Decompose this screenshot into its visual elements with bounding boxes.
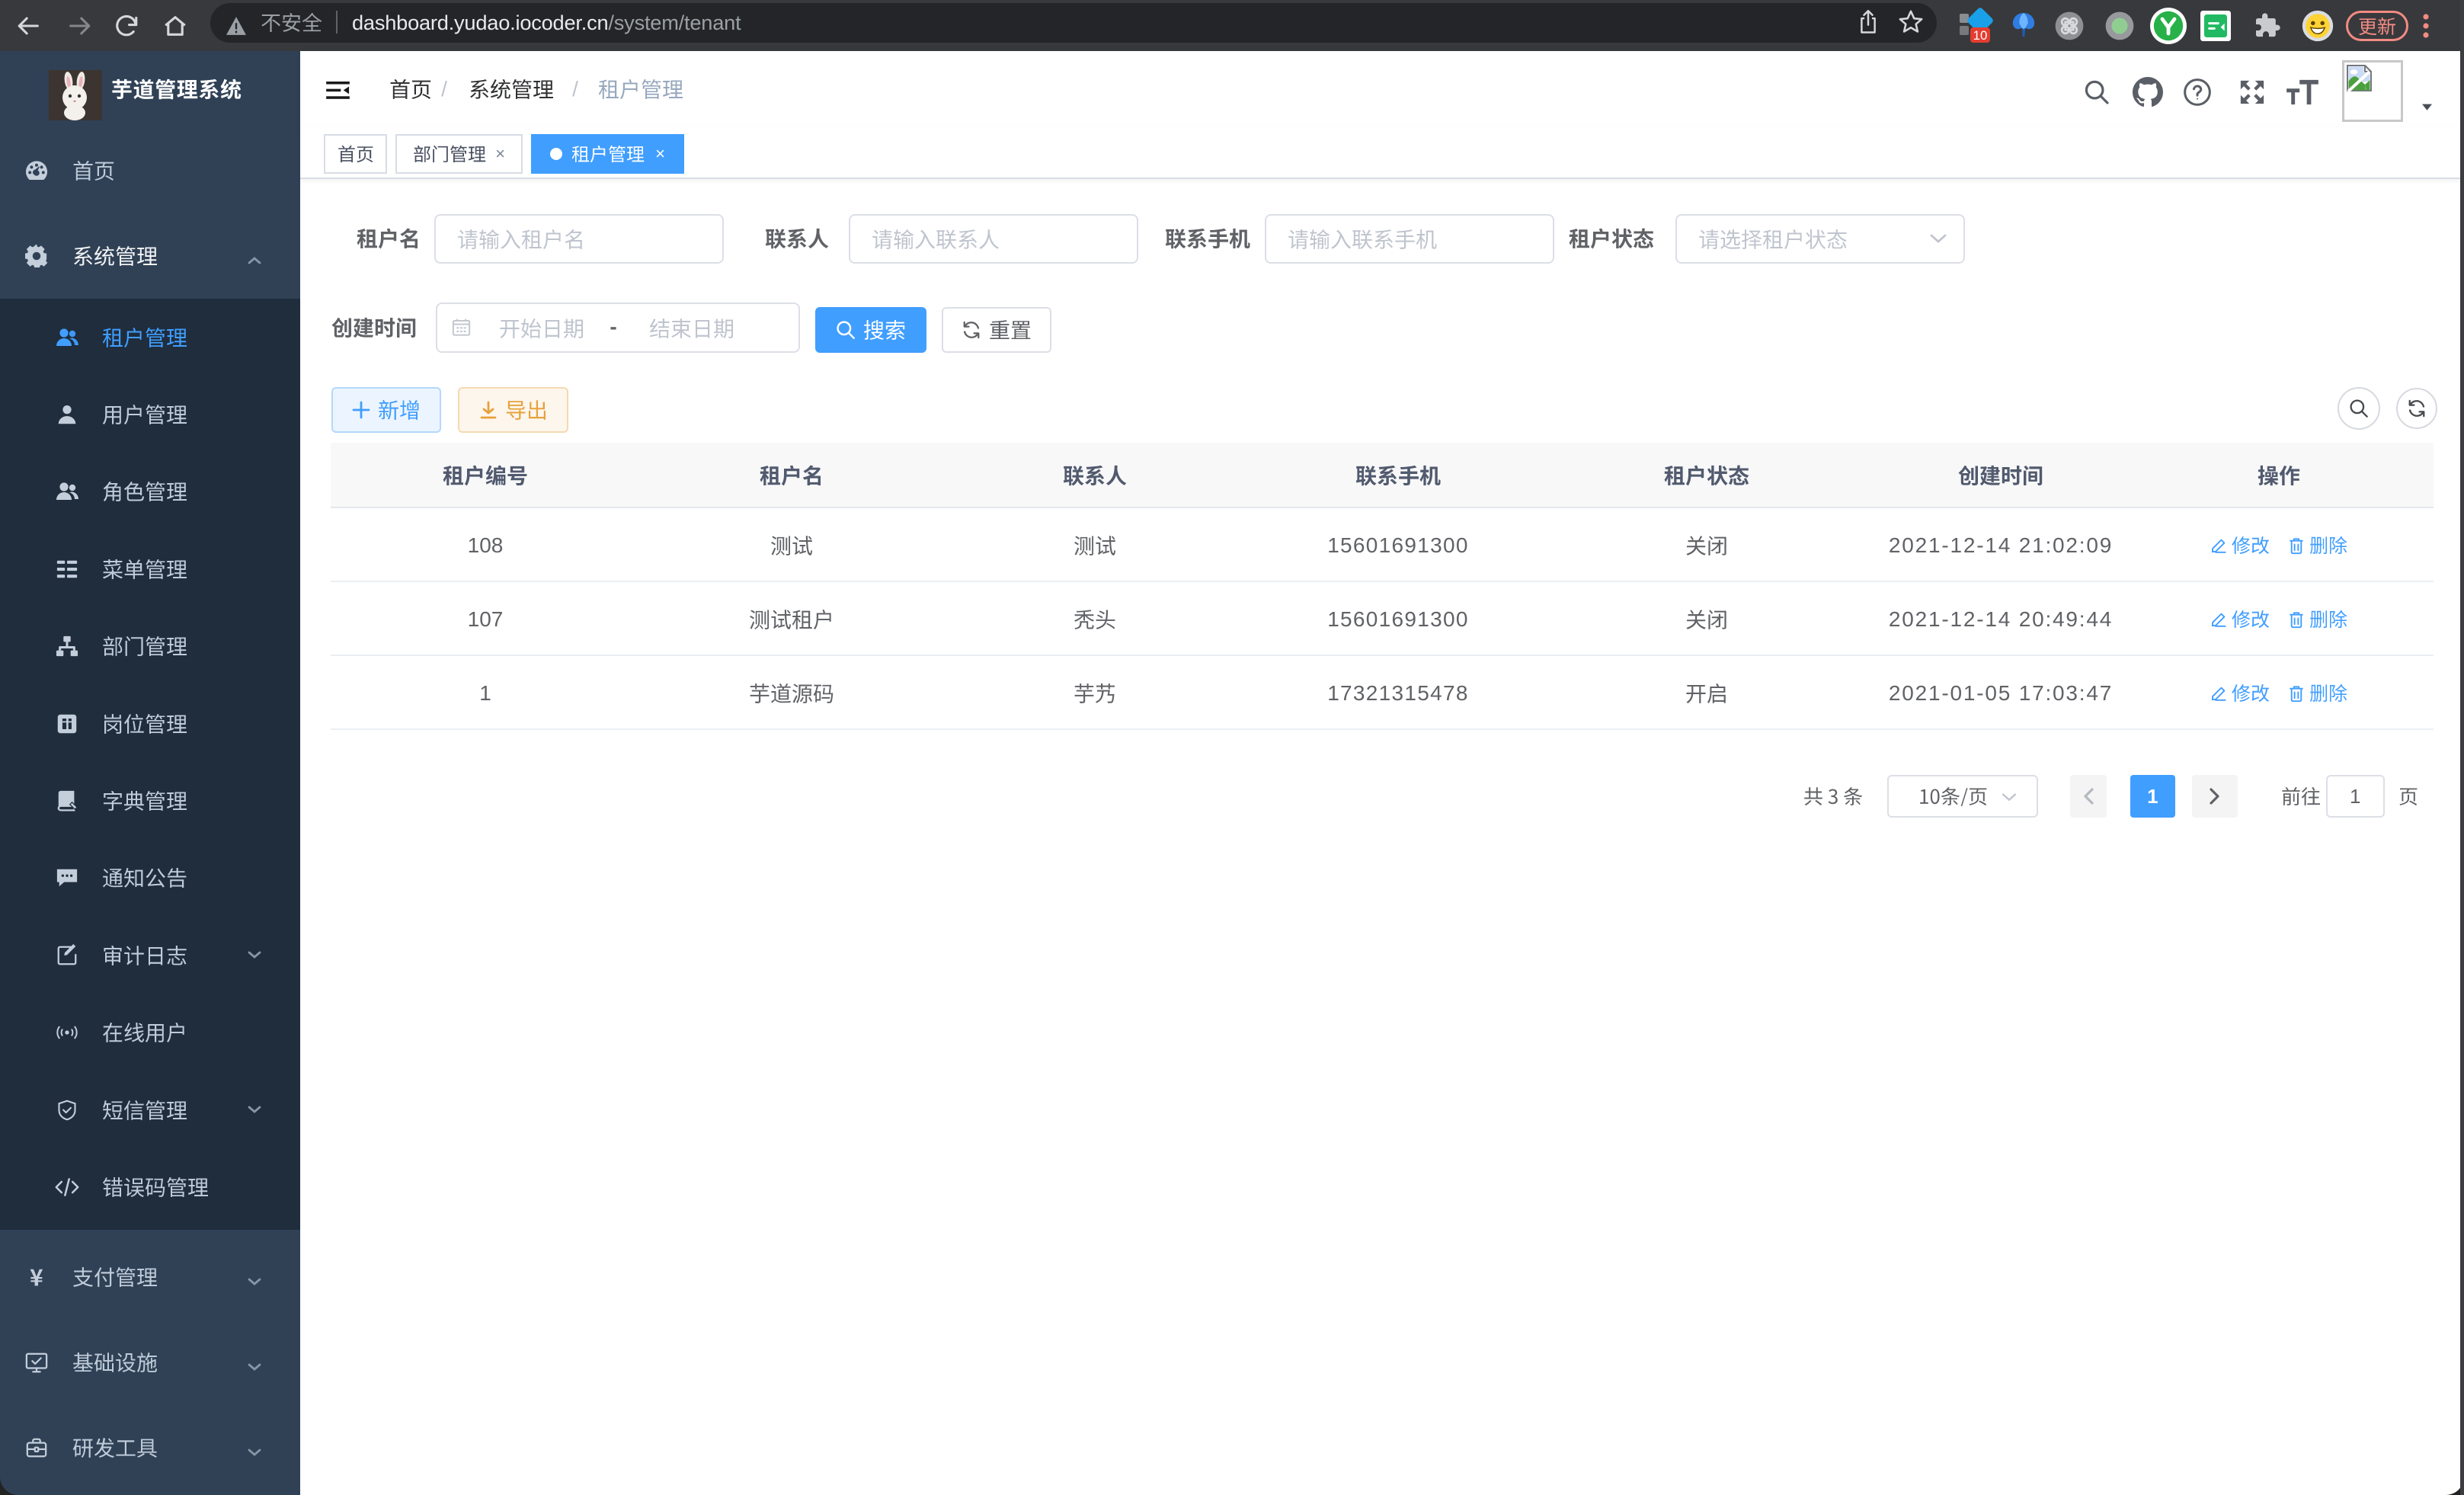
svg-text:10: 10 [1973, 28, 1988, 43]
